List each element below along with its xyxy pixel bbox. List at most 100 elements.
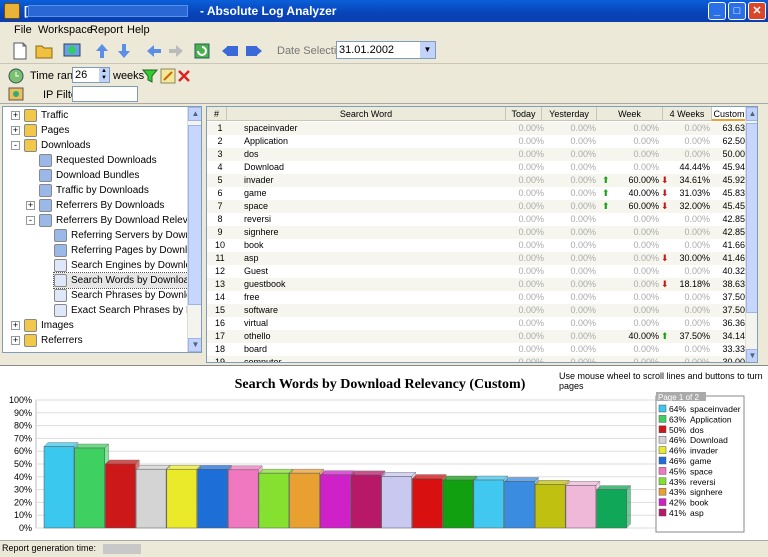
collapse-icon[interactable]: - [26,216,35,225]
tree-item[interactable]: Referrers [24,333,83,348]
tree-item[interactable]: Referrers By Downloads [39,198,164,213]
tree-scrollbar[interactable]: ▲ ▼ [187,107,201,352]
tree-item[interactable]: Download Bundles [39,168,139,183]
column-header[interactable]: Today [506,107,542,121]
row-number: 9 [217,227,223,237]
table-row[interactable]: 14 free 0.00% 0.00% 0.00% 0.00% 37.50% [207,291,757,304]
table-row[interactable]: 10 book 0.00% 0.00% 0.00% 0.00% 41.66% [207,239,757,252]
new-document-icon[interactable] [10,41,30,61]
close-button[interactable]: ✕ [748,2,766,20]
tree-item[interactable]: Referrers By Download Relevancy [39,213,201,228]
table-row[interactable]: 6 game 0.00% 0.00% 40.00% 31.03% 45.83% ⬆ ⬇ [207,187,757,200]
tree-item[interactable]: Traffic [24,108,68,123]
tree-item[interactable]: Exact Search Phrases by Downl [54,303,201,318]
tree-item[interactable]: Search Engines by Download Re [54,258,201,273]
search-icon [54,288,67,302]
expand-icon[interactable]: + [26,201,35,210]
maximize-button[interactable]: □ [728,2,746,20]
tree-item[interactable]: Traffic by Downloads [39,183,149,198]
next-report-icon[interactable] [244,41,264,61]
edit-filter-icon[interactable] [160,68,176,84]
tree-item[interactable]: Requested Downloads [39,153,157,168]
scroll-thumb[interactable] [188,125,201,305]
four-weeks-value: 0.00% [684,266,710,276]
tree-item[interactable]: Downloads [24,138,90,153]
column-header[interactable]: Custom [712,107,747,121]
back-arrow-icon[interactable] [144,41,164,61]
expand-icon[interactable]: + [11,321,20,330]
tree-item[interactable]: Pages [24,123,69,138]
bar-top [288,468,325,474]
expand-icon[interactable]: + [11,126,20,135]
filter-icon[interactable] [142,68,158,84]
collapse-icon[interactable]: - [11,141,20,150]
table-scrollbar[interactable]: ▲ ▼ [745,107,757,362]
table-row[interactable]: 5 invader 0.00% 0.00% 60.00% 34.61% 45.92% ⬆ ⬇ [207,174,757,187]
trend-down-icon: ⬇ [661,253,669,263]
tree-item-label: Referrers By Downloads [56,200,165,211]
table-row[interactable]: 17 othello 0.00% 0.00% 40.00% 37.50% 34.14% ⬆ [207,330,757,343]
column-header[interactable]: Search Word [227,107,506,121]
chart-panel: Use mouse wheel to scroll lines and butt… [0,365,768,540]
bar-top [503,477,540,482]
workspace-icon[interactable] [62,41,82,61]
column-header[interactable]: Week [597,107,663,121]
forward-arrow-icon[interactable] [166,41,186,61]
table-row[interactable]: 16 virtual 0.00% 0.00% 0.00% 0.00% 36.36% [207,317,757,330]
bar-top [442,475,478,481]
ip-filter-input[interactable] [72,86,138,102]
table-row[interactable]: 13 guestbook 0.00% 0.00% 0.00% 18.18% 38.63% ⬇ [207,278,757,291]
scroll-thumb[interactable] [746,123,757,313]
tree-item[interactable]: Search Phrases by Download Re [54,288,201,303]
row-number: 11 [215,253,225,263]
move-down-icon[interactable] [114,41,134,61]
report-icon [39,213,52,227]
menu-help[interactable]: Help [127,24,150,36]
chevron-down-icon[interactable]: ▼ [420,42,435,58]
table-row[interactable]: 19 computer 0.00% 0.00% 0.00% 0.00% 30.00% [207,356,757,362]
tree-item[interactable]: Referring Servers by Download [54,228,201,243]
table-row[interactable]: 9 signhere 0.00% 0.00% 0.00% 0.00% 42.85% [207,226,757,239]
scroll-down-icon[interactable]: ▼ [746,349,757,362]
scroll-down-icon[interactable]: ▼ [188,338,201,352]
table-row[interactable]: 1 spaceinvader 0.00% 0.00% 0.00% 0.00% 63.63% [207,122,757,135]
table-row[interactable]: 11 asp 0.00% 0.00% 0.00% 30.00% 41.46% ⬇ [207,252,757,265]
search-word: board [244,344,268,354]
minimize-button[interactable]: _ [708,2,726,20]
tree-item[interactable]: Referring Pages by Download R [54,243,201,258]
row-number: 1 [217,123,223,133]
menu-workspace[interactable]: Workspace [38,24,93,36]
column-header[interactable]: 4 Weeks [663,107,712,121]
date-selection-dropdown[interactable]: 31.01.2002 ▼ [336,41,436,59]
table-row[interactable]: 4 Download 0.00% 0.00% 0.00% 44.44% 45.94% [207,161,757,174]
table-row[interactable]: 8 reversi 0.00% 0.00% 0.00% 0.00% 42.85% [207,213,757,226]
folder-icon [24,318,37,332]
expand-icon[interactable]: + [11,111,20,120]
tree-item[interactable]: Images [24,318,74,333]
spin-arrows-icon[interactable]: ▲ ▼ [99,68,109,82]
table-row[interactable]: 15 software 0.00% 0.00% 0.00% 0.00% 37.50% [207,304,757,317]
scroll-up-icon[interactable]: ▲ [188,107,201,121]
report-tree: + Traffic + Pages - Downloads Requested Downlo… [2,106,202,353]
expand-icon[interactable]: + [11,336,20,345]
time-range-input[interactable]: 26 ▲ ▼ [72,67,110,83]
column-header[interactable]: # [207,107,227,121]
table-row[interactable]: 2 Application 0.00% 0.00% 0.00% 0.00% 62.50% [207,135,757,148]
column-header[interactable]: Yesterday [542,107,597,121]
menu-file[interactable]: File [14,24,32,36]
table-row[interactable]: 7 space 0.00% 0.00% 60.00% 32.00% 45.45% ⬆ ⬇ [207,200,757,213]
scroll-up-icon[interactable]: ▲ [746,107,757,121]
clock-icon[interactable] [8,68,24,84]
open-folder-icon[interactable] [34,41,54,61]
tree-item[interactable]: Search Words by Download Rele [52,272,201,289]
ip-filter-icon[interactable] [8,86,24,102]
move-up-icon[interactable] [92,41,112,61]
refresh-icon[interactable] [192,41,212,61]
table-row[interactable]: 3 dos 0.00% 0.00% 0.00% 0.00% 50.00% [207,148,757,161]
menu-report[interactable]: Report [90,24,123,36]
clear-filter-icon[interactable] [176,68,192,84]
table-row[interactable]: 18 board 0.00% 0.00% 0.00% 0.00% 33.33% [207,343,757,356]
search-word: guestbook [244,279,286,289]
previous-report-icon[interactable] [220,41,240,61]
table-row[interactable]: 12 Guest 0.00% 0.00% 0.00% 0.00% 40.32% [207,265,757,278]
